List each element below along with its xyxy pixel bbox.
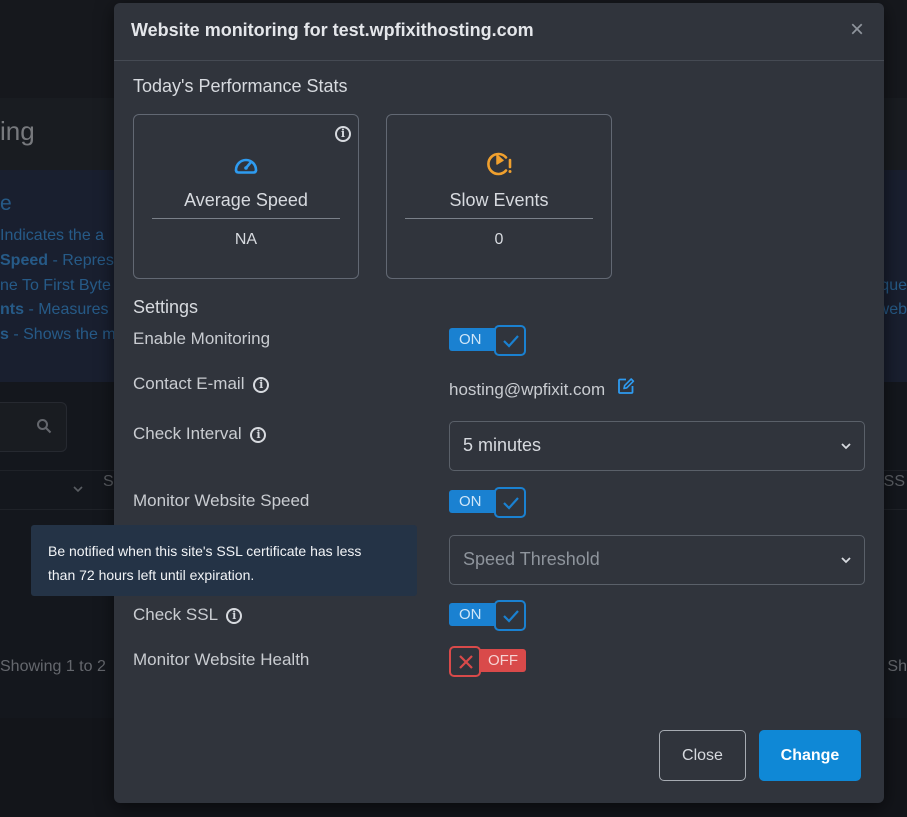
monitor-health-toggle[interactable]: OFF	[449, 646, 526, 677]
stat-value: 0	[494, 231, 504, 248]
slow-events-card: Slow Events 0	[386, 114, 612, 279]
stat-label: Average Speed	[184, 190, 308, 210]
check-interval-value: 5 minutes	[463, 435, 542, 455]
monitor-health-label: Monitor Website Health	[133, 650, 310, 669]
modal-header: Website monitoring for test.wpfixithosti…	[114, 3, 884, 61]
average-speed-card: i Average Speed NA	[133, 114, 359, 279]
change-button[interactable]: Change	[759, 730, 861, 781]
contact-email-value: hosting@wpfixit.com	[449, 380, 606, 399]
check-icon	[503, 497, 519, 510]
stat-value: NA	[234, 231, 258, 248]
enable-monitoring-toggle[interactable]: ON	[449, 325, 526, 356]
check-icon	[503, 335, 519, 348]
toggle-state-text: OFF	[488, 652, 518, 669]
ssl-tooltip: Be notified when this site's SSL certifi…	[31, 525, 417, 596]
check-icon	[503, 610, 519, 623]
stats-section-title: Today's Performance Stats	[133, 76, 348, 96]
check-ssl-label: Check SSL i	[133, 605, 243, 625]
check-ssl-label-text: Check SSL	[133, 605, 218, 624]
website-monitoring-modal: Website monitoring for test.wpfixithosti…	[114, 3, 884, 803]
stat-divider	[405, 218, 593, 219]
speed-threshold-placeholder: Speed Threshold	[463, 549, 600, 569]
chevron-down-icon	[841, 557, 851, 564]
tooltip-line: Be notified when this site's SSL certifi…	[48, 543, 362, 559]
stat-divider	[152, 218, 340, 219]
contact-email-label-text: Contact E-mail	[133, 374, 245, 393]
check-ssl-toggle[interactable]: ON	[449, 600, 526, 631]
info-icon[interactable]: i	[253, 377, 270, 393]
toggle-knob	[494, 487, 526, 518]
speedometer-icon	[234, 158, 258, 174]
slow-alert-icon	[487, 152, 512, 176]
close-icon[interactable]: ×	[850, 18, 864, 42]
toggle-knob	[494, 325, 526, 356]
tooltip-line: than 72 hours left until expiration.	[48, 567, 255, 583]
edit-icon[interactable]	[617, 377, 635, 395]
info-icon[interactable]: i	[250, 427, 267, 443]
x-icon	[459, 655, 473, 669]
toggle-knob	[494, 600, 526, 631]
enable-monitoring-label: Enable Monitoring	[133, 329, 271, 348]
check-interval-select[interactable]: 5 minutes	[449, 421, 865, 471]
toggle-state-text: ON	[459, 493, 482, 510]
toggle-knob	[449, 646, 481, 677]
monitor-speed-label: Monitor Website Speed	[133, 491, 310, 510]
monitor-speed-toggle[interactable]: ON	[449, 487, 526, 518]
speed-threshold-select[interactable]: Speed Threshold	[449, 535, 865, 585]
toggle-state-text: ON	[459, 331, 482, 348]
toggle-state-text: ON	[459, 606, 482, 623]
chevron-down-icon	[841, 443, 851, 450]
info-icon[interactable]: i	[226, 608, 243, 624]
info-icon[interactable]: i	[335, 126, 351, 142]
check-interval-label-text: Check Interval	[133, 424, 242, 443]
check-interval-label: Check Interval i	[133, 424, 267, 444]
close-button[interactable]: Close	[659, 730, 746, 781]
modal-title: Website monitoring for test.wpfixithosti…	[131, 20, 534, 40]
settings-section-title: Settings	[133, 297, 199, 317]
stat-label: Slow Events	[449, 190, 549, 210]
contact-email-label: Contact E-mail i	[133, 374, 270, 394]
